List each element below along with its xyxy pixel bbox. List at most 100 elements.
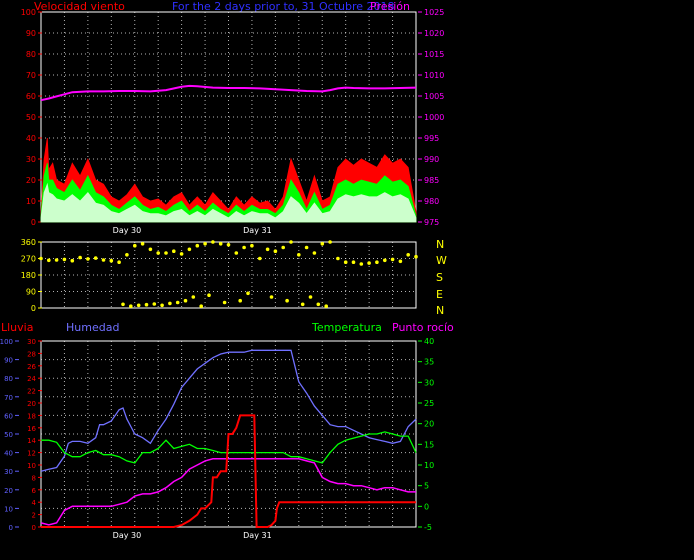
direction-point [172, 249, 176, 253]
temperature-axis-tick-label: 40 [424, 337, 434, 346]
wind-panel-x-tick-label: Day 30 [113, 226, 142, 235]
direction-point [390, 257, 395, 262]
temperature-axis-tick-label: 10 [424, 461, 434, 470]
direction-point [136, 303, 141, 308]
wind-axis-tick-label: 70 [26, 71, 36, 80]
temperature-axis-tick-label: 30 [424, 378, 434, 387]
humidity-axis-tick-label: 10 [4, 505, 13, 513]
pressure-axis-tick-label: 995 [424, 134, 439, 143]
humidity-axis-tick-label: 80 [4, 375, 13, 383]
pressure-axis-tick-label: 1015 [424, 50, 444, 59]
direction-point [62, 257, 67, 262]
pressure-axis-tick-label: 975 [424, 218, 439, 227]
direction-point [297, 253, 301, 257]
direction-point [195, 243, 200, 248]
direction-point [359, 262, 364, 266]
humidity-axis-tick-label: 100 [0, 338, 13, 346]
rain-axis-tick-label: 18 [27, 412, 36, 420]
pressure-axis-tick-label: 1005 [424, 92, 444, 101]
pressure-axis-tick-label: 980 [424, 197, 439, 206]
direction-point [316, 302, 321, 307]
direction-point [129, 304, 133, 309]
rain-axis-tick-label: 22 [27, 388, 36, 396]
direction-point [281, 245, 286, 250]
direction-point [101, 258, 106, 262]
rain-axis-tick-label: 28 [27, 350, 36, 358]
direction-point [70, 258, 75, 263]
weather-chart-page: Velocidad viento For the 2 days prior to… [0, 0, 694, 555]
humidity-axis-tick-label: 90 [4, 357, 13, 365]
compass-n-bottom: N [436, 304, 444, 317]
direction-point [242, 245, 246, 250]
direction-point [199, 304, 203, 309]
direction-point [144, 302, 149, 307]
rain-axis-tick-label: 6 [32, 487, 37, 495]
direction-point [222, 300, 227, 305]
direction-point [238, 298, 242, 303]
direction-point [250, 243, 254, 248]
direction-point [308, 295, 313, 299]
pressure-label: Presión [370, 0, 410, 13]
rain-axis-tick-label: 20 [27, 400, 36, 408]
weather-chart: Velocidad viento For the 2 days prior to… [0, 0, 454, 540]
humidity-axis-tick-label: 0 [9, 524, 13, 532]
weather-panel-x-tick-label: Day 30 [113, 531, 142, 540]
rain-axis-tick-label: 2 [32, 512, 36, 520]
direction-point [133, 243, 137, 248]
direction-point [54, 258, 59, 262]
rain-axis-tick-label: 0 [32, 524, 36, 532]
dewpoint-line [40, 458, 416, 526]
pressure-axis-tick-label: 985 [424, 176, 439, 185]
direction-point [109, 258, 114, 263]
dewpoint-label: Punto rocío [392, 321, 454, 334]
direction-point [312, 251, 317, 255]
direction-point [351, 260, 356, 265]
rain-axis-tick-label: 30 [27, 338, 36, 346]
direction-point [47, 258, 51, 263]
wind-axis-tick-label: 60 [26, 92, 36, 101]
temperature-axis-tick-label: 25 [424, 399, 434, 408]
direction-point [152, 302, 157, 306]
wind-speed-label: Velocidad viento [34, 0, 125, 13]
temperature-axis-tick-label: -5 [424, 523, 432, 532]
direction-point [343, 260, 348, 265]
wind-axis-tick-label: 10 [26, 197, 36, 206]
direction-point [289, 240, 293, 244]
direction-point [125, 253, 129, 257]
humidity-axis-tick-label: 40 [4, 450, 13, 458]
rain-label: Lluvia [1, 321, 33, 334]
wind-axis-tick-label: 30 [26, 155, 36, 164]
pressure-axis-tick-label: 1020 [424, 29, 444, 38]
compass-w: W [436, 254, 447, 267]
direction-point [265, 247, 270, 252]
direction-point [179, 252, 184, 256]
direction-point [121, 302, 125, 307]
direction-point [203, 242, 207, 246]
wind-axis-tick-label: 50 [26, 113, 36, 122]
pressure-line [40, 84, 417, 102]
compass-n-top: N [436, 238, 444, 251]
direction-point [320, 242, 325, 246]
direction-point [300, 302, 305, 307]
direction-point [269, 295, 274, 299]
direction-point [39, 256, 43, 261]
humidity-axis-tick-label: 70 [4, 394, 13, 402]
direction-point [160, 303, 164, 308]
compass-s: S [436, 271, 443, 284]
pressure-axis-tick-label: 1025 [424, 8, 444, 17]
direction-point [367, 261, 371, 265]
direction-point [156, 251, 160, 255]
rain-axis-tick-label: 16 [27, 425, 36, 433]
humidity-label: Humedad [66, 321, 119, 334]
temperature-axis-tick-label: 20 [424, 420, 434, 429]
direction-point [258, 256, 262, 261]
direction-point [93, 256, 98, 260]
wind-panel-x-tick-label: Day 31 [243, 226, 272, 235]
pressure-axis-tick-label: 990 [424, 155, 439, 164]
rain-axis-tick-label: 14 [27, 437, 36, 445]
direction-point [187, 247, 192, 252]
compass-letters: N W S E N [436, 238, 447, 317]
wind-axis-tick-label: 40 [26, 134, 36, 143]
direction-point [406, 253, 411, 257]
direction-point [414, 254, 418, 259]
